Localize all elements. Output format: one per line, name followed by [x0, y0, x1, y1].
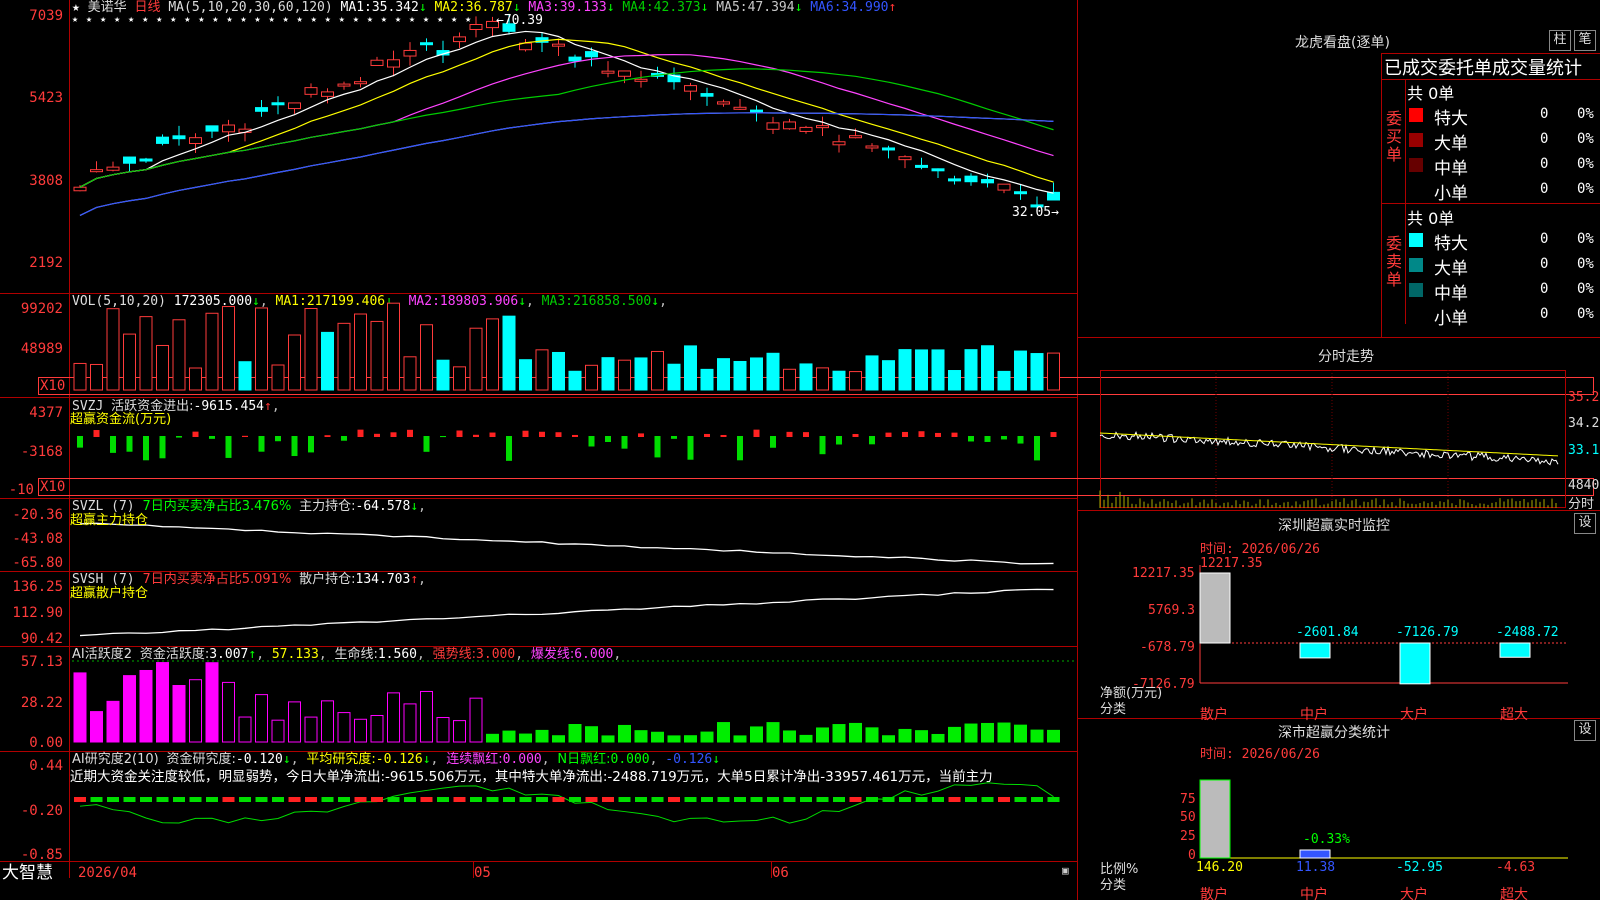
sz-cat-3: 超大	[1500, 707, 1528, 723]
sh-bar-0	[1199, 779, 1231, 859]
sh-cat-0: 散户	[1200, 887, 1228, 900]
sh-val-0: 146.20	[1196, 860, 1243, 875]
sz-val-3: -2488.72	[1496, 625, 1559, 640]
sh-cat-2: 大户	[1400, 887, 1428, 900]
sh-val-2: -52.95	[1396, 860, 1443, 875]
sh-bar-1	[1299, 849, 1331, 859]
sz-val-2: -7126.79	[1396, 625, 1459, 640]
sz-cat-2: 大户	[1400, 707, 1428, 723]
sz-cat-1: 中户	[1300, 707, 1328, 723]
sz-cat-0: 散户	[1200, 707, 1228, 723]
sh-stats-chart[interactable]	[0, 0, 1600, 900]
sh-val-3: -4.63	[1496, 860, 1536, 875]
sh-cat-1: 中户	[1300, 887, 1328, 900]
sz-val-1: -2601.84	[1296, 625, 1359, 640]
sh-note: -0.33%	[1303, 832, 1350, 847]
sh-cat-3: 超大	[1500, 887, 1528, 900]
sh-val-1: 11.38	[1296, 860, 1336, 875]
